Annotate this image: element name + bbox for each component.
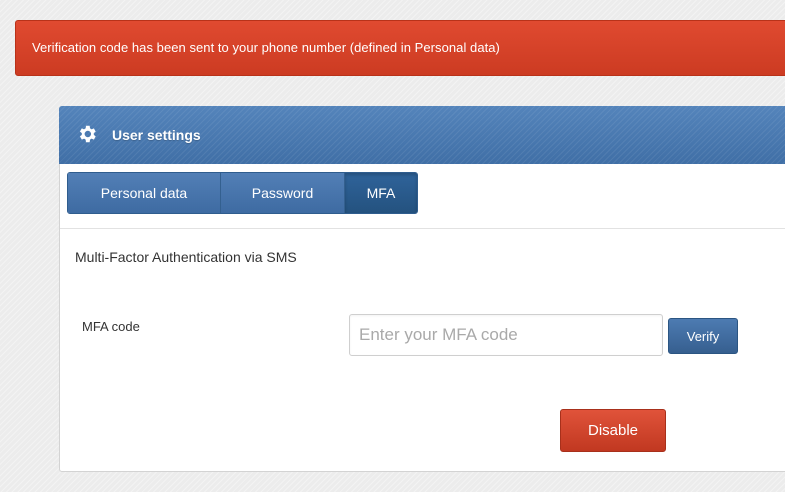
tab-personal-data[interactable]: Personal data bbox=[68, 173, 221, 213]
gear-icon bbox=[79, 125, 96, 143]
tab-mfa[interactable]: MFA bbox=[345, 173, 417, 213]
verify-button[interactable]: Verify bbox=[668, 318, 738, 354]
mfa-heading: Multi-Factor Authentication via SMS bbox=[75, 249, 297, 265]
settings-tabs: Personal data Password MFA bbox=[67, 172, 418, 214]
tabs-strip: Personal data Password MFA bbox=[60, 164, 785, 229]
mfa-code-input[interactable] bbox=[349, 314, 663, 356]
alert-banner: Verification code has been sent to your … bbox=[15, 20, 785, 76]
tab-password[interactable]: Password bbox=[221, 173, 345, 213]
user-settings-panel: User settings Personal data Password MFA… bbox=[59, 106, 785, 472]
panel-title: User settings bbox=[112, 127, 201, 143]
mfa-code-label: MFA code bbox=[82, 319, 140, 334]
panel-header: User settings bbox=[59, 106, 785, 164]
disable-button[interactable]: Disable bbox=[560, 409, 666, 452]
